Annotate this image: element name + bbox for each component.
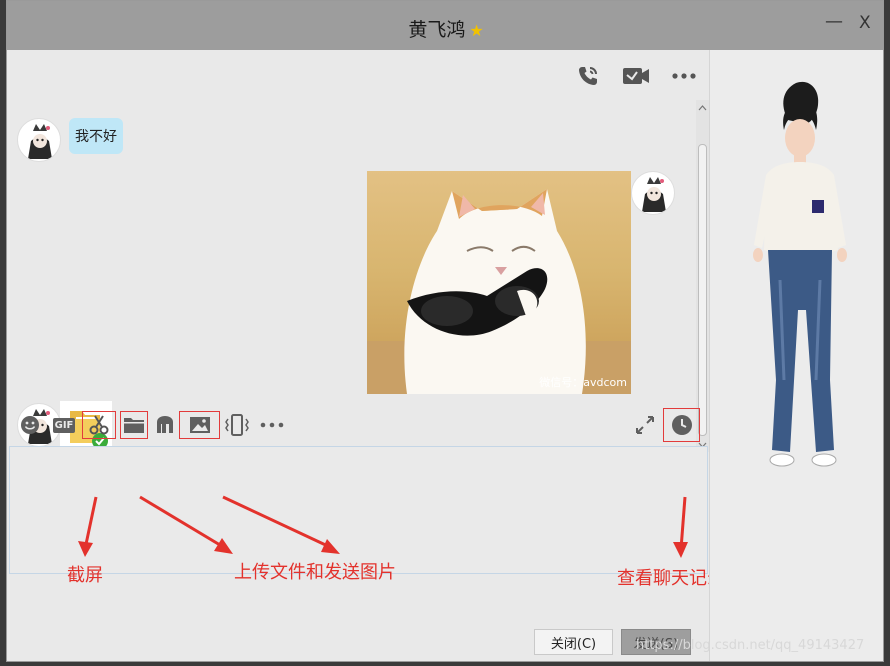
annotation-upload: 上传文件和发送图片	[234, 562, 396, 583]
footer-watermark: https://blog.csdn.net/qq_49143427	[636, 638, 865, 653]
contact-show-panel	[709, 50, 883, 661]
chat-window: 黄飞鸿 ★ — X 我不好 微信号：avdcom GIF 截屏 上传文件和发送图…	[6, 0, 884, 662]
close-button[interactable]: 关闭(C)	[534, 629, 613, 655]
character-figure-image	[753, 81, 847, 467]
annotation-screenshot: 截屏	[67, 565, 103, 586]
